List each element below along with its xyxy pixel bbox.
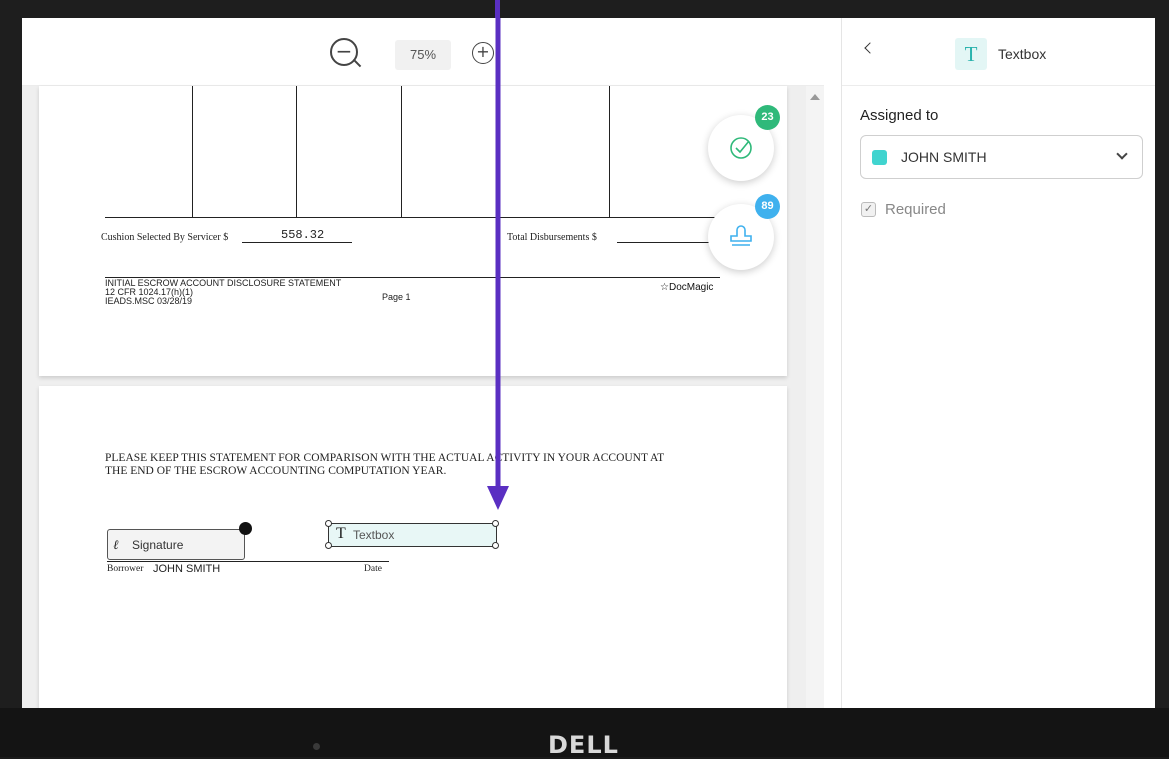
annotation-arrow-shaft xyxy=(495,0,500,18)
sensor-dot xyxy=(313,743,320,750)
annotation-arrow xyxy=(487,18,509,510)
dell-logo: DELL xyxy=(548,731,619,759)
app-screen: − 75% + Cushion Selected By Servicer $ 5… xyxy=(22,18,1155,708)
